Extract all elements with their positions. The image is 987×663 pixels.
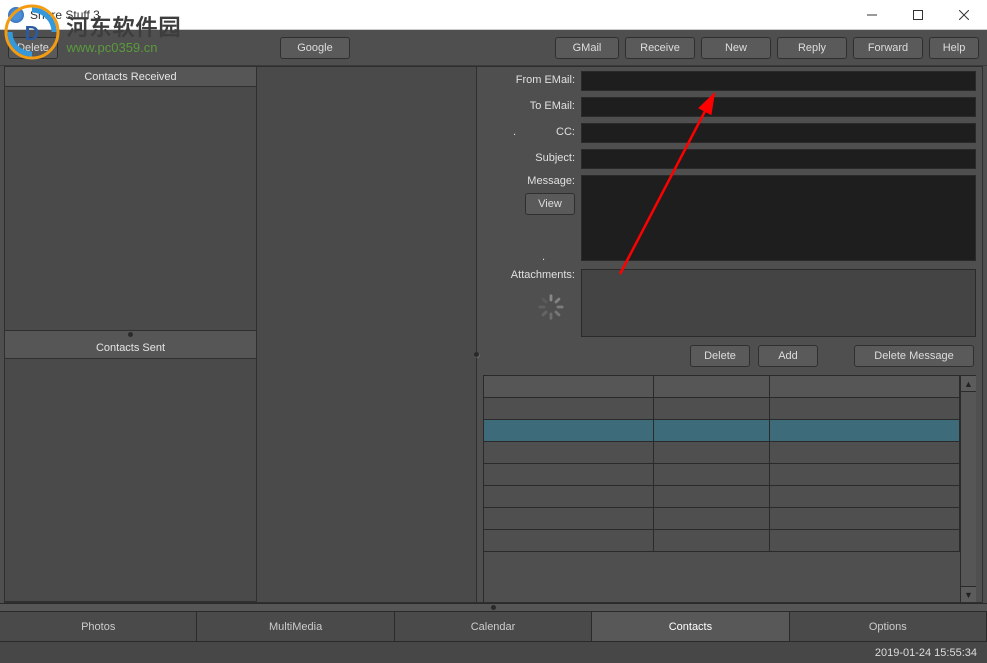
- table-row[interactable]: [484, 420, 960, 442]
- table-row[interactable]: [484, 442, 960, 464]
- from-email-input[interactable]: [581, 71, 976, 91]
- bottom-splitter[interactable]: [0, 603, 987, 611]
- contacts-sent-header: Contacts Sent: [5, 339, 256, 359]
- status-datetime: 2019-01-24 15:55:34: [875, 647, 977, 659]
- scroll-up-icon[interactable]: ▲: [961, 376, 976, 392]
- grid-header-cell[interactable]: [770, 376, 960, 397]
- tab-calendar[interactable]: Calendar: [395, 612, 592, 641]
- window-titlebar: Share Stuff 3: [0, 0, 987, 30]
- receive-button[interactable]: Receive: [625, 37, 695, 59]
- tab-photos[interactable]: Photos: [0, 612, 197, 641]
- message-dot: .: [542, 251, 575, 263]
- table-row[interactable]: [484, 508, 960, 530]
- help-button[interactable]: Help: [929, 37, 979, 59]
- message-grid: ▲ ▼: [483, 375, 976, 602]
- subject-label: Subject:: [483, 149, 575, 164]
- table-row[interactable]: [484, 530, 960, 552]
- grid-header-cell[interactable]: [484, 376, 654, 397]
- cc-input[interactable]: [581, 123, 976, 143]
- attachments-box[interactable]: [581, 269, 976, 337]
- cc-label: CC:: [556, 126, 575, 138]
- scroll-down-icon[interactable]: ▼: [961, 586, 976, 602]
- contacts-sent-list[interactable]: [5, 359, 256, 603]
- gmail-button[interactable]: GMail: [555, 37, 619, 59]
- bottom-tabs: Photos MultiMedia Calendar Contacts Opti…: [0, 611, 987, 641]
- tab-multimedia[interactable]: MultiMedia: [197, 612, 394, 641]
- grid-header-row: [484, 376, 960, 398]
- app-icon: [8, 7, 24, 23]
- left-sidebar: Contacts Received Contacts Sent: [5, 67, 257, 602]
- message-textarea[interactable]: [581, 175, 976, 261]
- window-close-button[interactable]: [941, 0, 987, 30]
- top-toolbar: Delete Google GMail Receive New Reply Fo…: [0, 30, 987, 66]
- grid-header-cell[interactable]: [654, 376, 770, 397]
- table-row[interactable]: [484, 486, 960, 508]
- horizontal-splitter[interactable]: [472, 335, 480, 375]
- loading-spinner-icon: [537, 293, 565, 321]
- cc-dot: .: [483, 126, 516, 138]
- attachment-delete-button[interactable]: Delete: [690, 345, 750, 367]
- status-bar: 2019-01-24 15:55:34: [0, 641, 987, 663]
- window-maximize-button[interactable]: [895, 0, 941, 30]
- message-label: Message:: [527, 175, 575, 187]
- attachment-add-button[interactable]: Add: [758, 345, 818, 367]
- subject-input[interactable]: [581, 149, 976, 169]
- contacts-received-header: Contacts Received: [5, 67, 256, 87]
- view-button[interactable]: View: [525, 193, 575, 215]
- tab-contacts[interactable]: Contacts: [592, 612, 789, 641]
- middle-panel: [257, 67, 477, 602]
- contacts-received-list[interactable]: [5, 87, 256, 331]
- attachments-label: Attachments:: [511, 269, 575, 281]
- window-title: Share Stuff 3: [30, 8, 849, 22]
- tab-options[interactable]: Options: [790, 612, 987, 641]
- right-panel: From EMail: To EMail: . CC: Subject:: [477, 67, 982, 602]
- new-button[interactable]: New: [701, 37, 771, 59]
- table-row[interactable]: [484, 464, 960, 486]
- to-email-label: To EMail:: [483, 97, 575, 112]
- delete-button[interactable]: Delete: [8, 37, 58, 59]
- delete-message-button[interactable]: Delete Message: [854, 345, 974, 367]
- google-button[interactable]: Google: [280, 37, 350, 59]
- forward-button[interactable]: Forward: [853, 37, 923, 59]
- window-minimize-button[interactable]: [849, 0, 895, 30]
- from-email-label: From EMail:: [483, 71, 575, 86]
- table-row[interactable]: [484, 398, 960, 420]
- to-email-input[interactable]: [581, 97, 976, 117]
- reply-button[interactable]: Reply: [777, 37, 847, 59]
- grid-scrollbar[interactable]: ▲ ▼: [960, 376, 976, 602]
- vertical-splitter-left[interactable]: [5, 331, 256, 339]
